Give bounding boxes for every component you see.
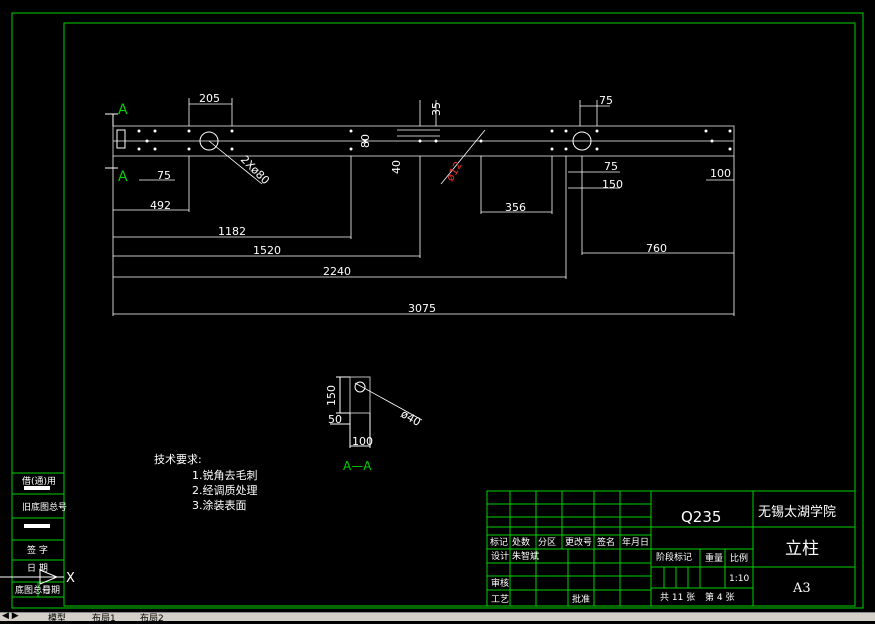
row-label: 标记 [490, 536, 508, 548]
dim-75: 75 [157, 169, 171, 182]
dim-356: 356 [505, 201, 526, 214]
dim-150: 150 [602, 178, 623, 191]
tab-layout1[interactable]: 布局1 [92, 611, 116, 624]
dim-492: 492 [150, 199, 171, 212]
dim-hole: 2Xø80 [238, 153, 272, 187]
strip-label: 签 字 [27, 544, 48, 556]
dim-50: 50 [328, 413, 342, 426]
ratio-label: 比例 [730, 552, 748, 564]
weight-label: 重量 [705, 552, 723, 564]
dimension-lines [112, 98, 735, 316]
sheet-no: 第 4 张 [705, 591, 734, 603]
dim-100: 100 [710, 167, 731, 180]
dimension-texts: 205 35 75 80 40 ø12 75 150 100 75 2Xø80 … [150, 92, 731, 315]
part-name: 立柱 [785, 539, 819, 559]
dim-35: 35 [430, 102, 443, 116]
row-label: 分区 [538, 537, 556, 548]
dim-dia12: ø12 [443, 159, 465, 183]
tech-item: 2.经调质处理 [192, 484, 258, 497]
title-block: 标记 处数 分区 更改号 签名 年月日 设计 朱智斌 审核 工艺 批准 阶段标记… [486, 490, 856, 607]
section-view: 150 50 100 ø40 A—A [325, 376, 423, 473]
dim-1182: 1182 [218, 225, 246, 238]
dim-150: 150 [325, 385, 338, 406]
dim-75: 75 [604, 160, 618, 173]
dim-75: 75 [599, 94, 613, 107]
approve-label: 批准 [572, 593, 590, 605]
school-name: 无锡太湖学院 [758, 504, 836, 520]
row-label: 更改号 [565, 536, 592, 548]
beam-part [112, 125, 735, 157]
dim-dia40: ø40 [399, 407, 423, 429]
tab-layout2[interactable]: 布局2 [140, 611, 164, 624]
dim-3075: 3075 [408, 302, 436, 315]
section-label: A—A [343, 459, 372, 473]
material: Q235 [681, 508, 721, 526]
axis-x-label: X [66, 571, 75, 586]
tech-item: 3.涂装表面 [192, 498, 247, 512]
designer-name: 朱智斌 [512, 550, 539, 562]
dim-40: 40 [390, 160, 403, 174]
tech-item: 1.锐角去毛刺 [192, 468, 258, 482]
dim-80: 80 [359, 134, 372, 148]
strip-label: 旧底图总号 [22, 501, 67, 513]
section-letter: A [118, 169, 128, 185]
section-letter: A [118, 102, 128, 118]
row-label: 年月日 [622, 536, 649, 548]
check-label: 审核 [491, 577, 509, 589]
dim-2240: 2240 [323, 265, 351, 278]
dim-205: 205 [199, 92, 220, 105]
strip-label: 借(通)用 [22, 475, 56, 487]
sheet-total: 共 11 张 [660, 592, 695, 603]
dim-100: 100 [352, 435, 373, 448]
row-label: 处数 [512, 536, 530, 548]
process-label: 工艺 [491, 594, 509, 605]
stage-label: 阶段标记 [656, 551, 692, 563]
tech-requirements: 技术要求: 1.锐角去毛刺 2.经调质处理 3.涂装表面 [154, 453, 258, 512]
row-label: 签名 [597, 536, 615, 548]
design-label: 设计 [491, 550, 509, 562]
strip-label: 日期 [42, 585, 60, 596]
scale-value: 1:10 [729, 574, 749, 584]
inner-frame [63, 22, 856, 607]
tab-model[interactable]: 模型 [48, 611, 66, 624]
dim-760: 760 [646, 242, 667, 255]
paper-size: A3 [792, 581, 811, 596]
dim-1520: 1520 [253, 244, 281, 257]
drawing-canvas[interactable]: A A 205 35 75 80 40 ø12 75 150 100 75 2X… [0, 0, 875, 620]
tech-title: 技术要求: [154, 453, 202, 466]
